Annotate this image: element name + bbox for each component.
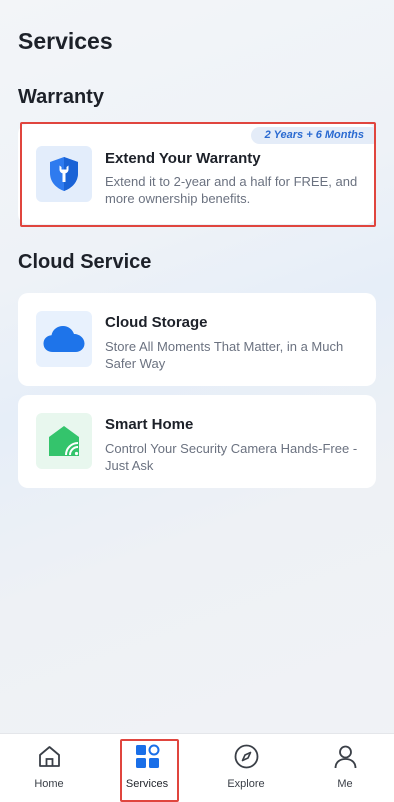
extend-warranty-title: Extend Your Warranty [105, 150, 261, 167]
smart-home-icon [36, 413, 92, 469]
warranty-duration-badge: 2 Years + 6 Months [250, 127, 376, 144]
smart-home-card[interactable]: Smart Home Control Your Security Camera … [18, 395, 376, 488]
extend-warranty-description: Extend it to 2-year and a half for FREE,… [105, 174, 358, 206]
tab-services[interactable]: Services [98, 734, 196, 802]
tab-me-label: Me [337, 778, 353, 790]
compass-icon [234, 744, 259, 769]
warranty-section-title: Warranty [18, 86, 104, 108]
services-page: Services Warranty 2 Years + 6 Months Ext… [0, 0, 394, 733]
tab-explore[interactable]: Explore [197, 734, 295, 802]
home-icon [39, 746, 60, 767]
tab-explore-label: Explore [227, 778, 265, 790]
tab-services-label: Services [125, 778, 169, 790]
person-icon [334, 745, 357, 769]
extend-warranty-card[interactable]: 2 Years + 6 Months Extend Your Warranty … [18, 124, 376, 224]
tab-home[interactable]: Home [0, 734, 98, 802]
cloud-storage-title: Cloud Storage [105, 314, 208, 331]
cloud-storage-description: Store All Moments That Matter, in a Much… [105, 339, 344, 371]
cloud-icon [36, 311, 92, 367]
shield-wrench-icon [36, 146, 92, 202]
cloud-storage-card[interactable]: Cloud Storage Store All Moments That Mat… [18, 293, 376, 386]
tab-home-label: Home [34, 778, 64, 790]
smart-home-description: Control Your Security Camera Hands-Free … [105, 441, 358, 473]
services-icon [136, 744, 160, 768]
page-title: Services [18, 28, 113, 54]
tab-me[interactable]: Me [296, 734, 394, 802]
bottom-tab-bar: Home Services Explore Me [0, 733, 394, 802]
cloud-service-section-title: Cloud Service [18, 251, 152, 273]
smart-home-title: Smart Home [105, 416, 194, 433]
